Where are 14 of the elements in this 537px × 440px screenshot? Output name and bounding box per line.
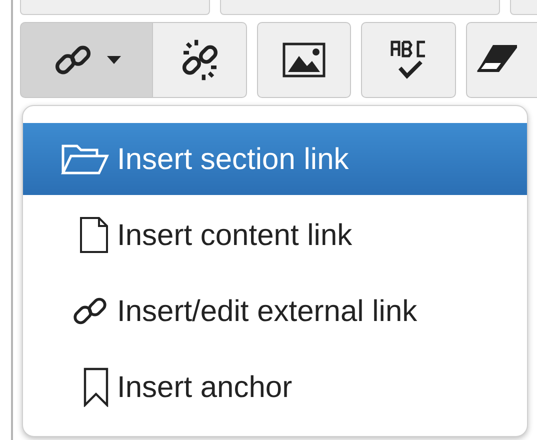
toolbar-button[interactable] bbox=[466, 22, 537, 98]
image-icon bbox=[282, 42, 326, 78]
toolbar-button[interactable] bbox=[257, 22, 351, 98]
document-icon bbox=[79, 216, 109, 254]
menu-item[interactable]: Insert section link bbox=[23, 123, 527, 195]
toolbar-button[interactable] bbox=[153, 22, 247, 98]
link-dropdown-button[interactable] bbox=[20, 22, 153, 98]
bookmark-icon bbox=[83, 367, 109, 407]
folder-icon bbox=[61, 143, 109, 175]
toolbar-button[interactable] bbox=[361, 22, 456, 98]
menu-item[interactable]: Insert/edit external link bbox=[23, 275, 527, 347]
caret-icon bbox=[106, 56, 120, 64]
menu-item[interactable]: Insert content link bbox=[23, 199, 527, 271]
menu-item[interactable]: Insert anchor bbox=[23, 351, 527, 423]
